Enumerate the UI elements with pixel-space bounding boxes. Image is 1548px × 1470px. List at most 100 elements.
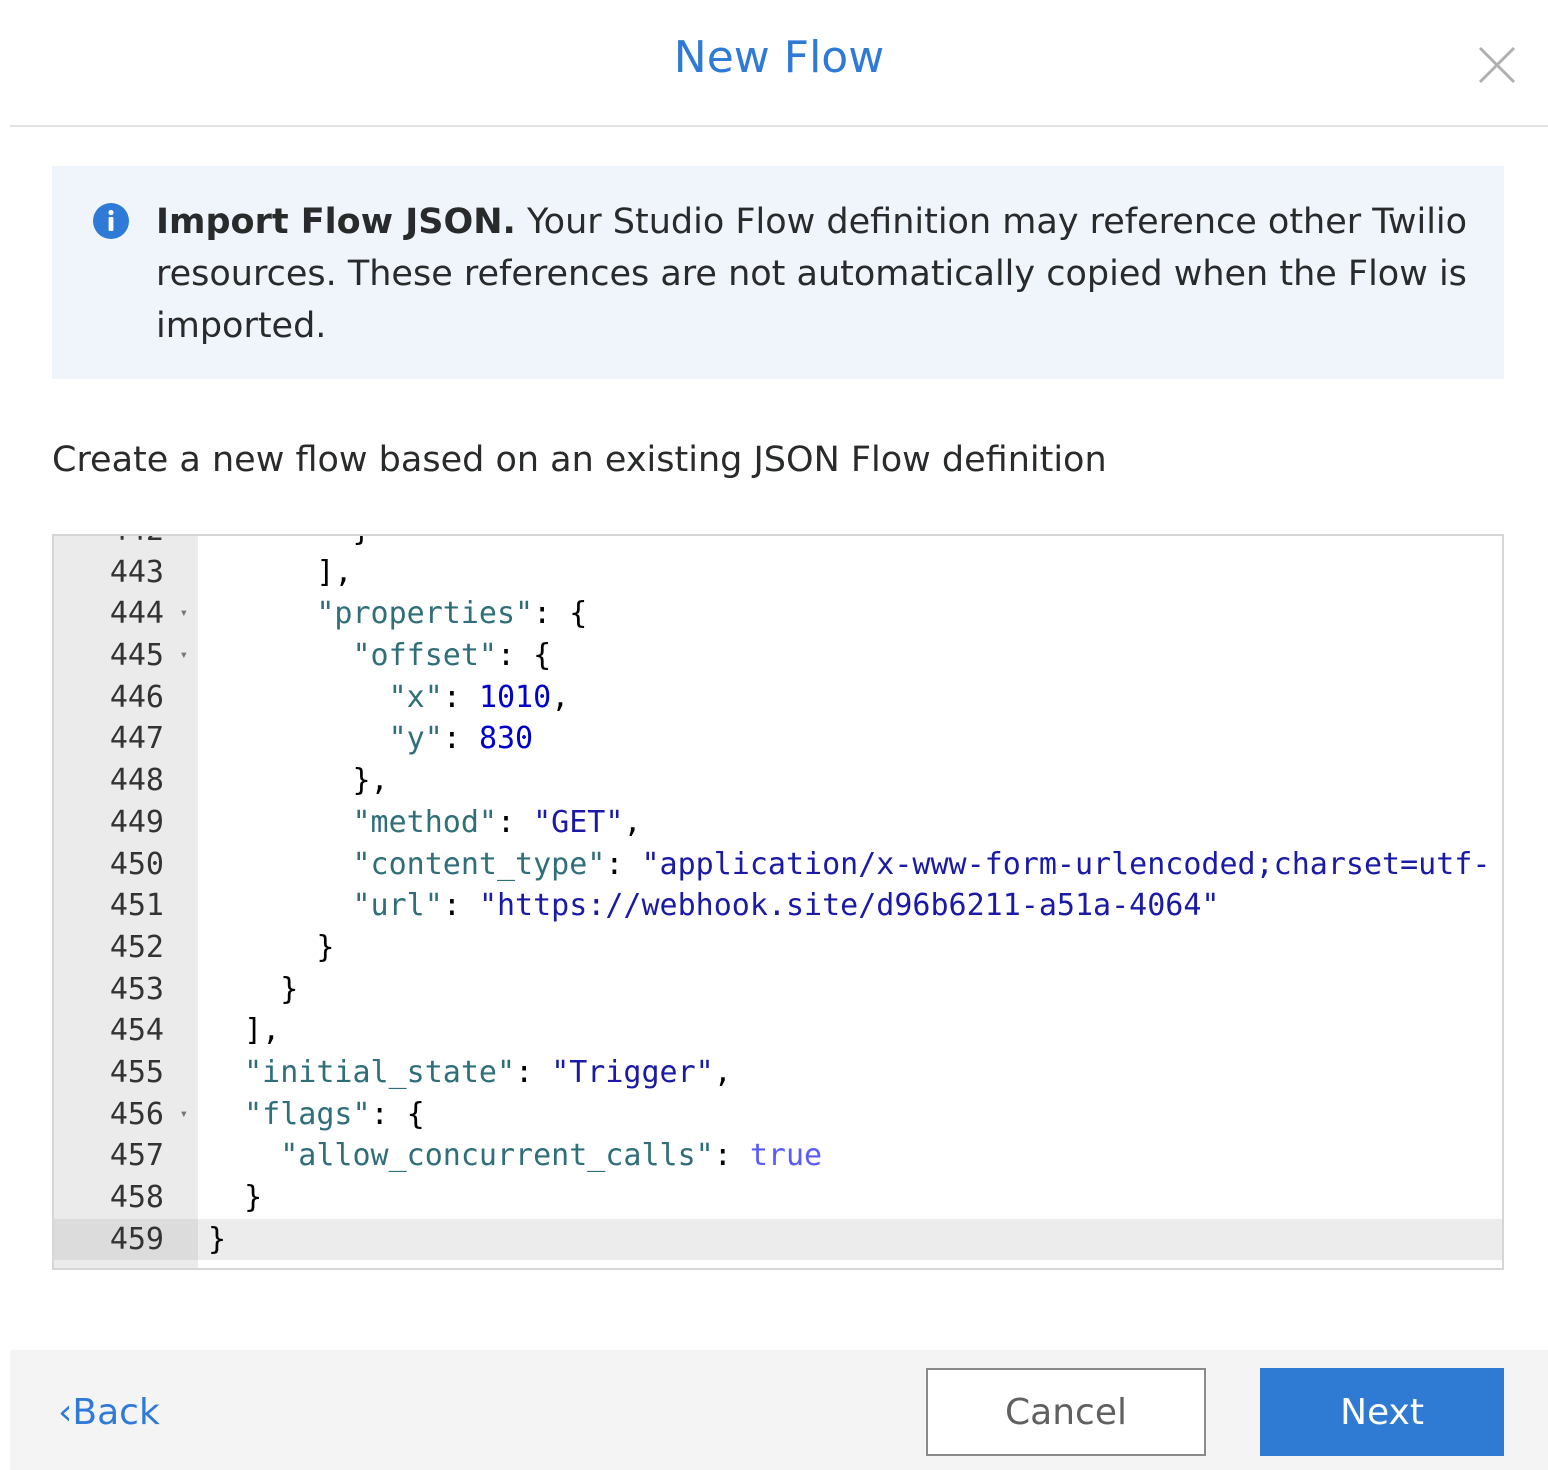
line-number: 455: [109, 1054, 164, 1090]
line-number: 447: [109, 721, 164, 757]
code-token: "https://webhook.site/d96b6211-a51a-4064…: [478, 888, 1220, 924]
code-token: : {: [370, 1096, 425, 1132]
code-line[interactable]: 446 "x": 1010,: [54, 677, 1502, 719]
code-text: "y": 830: [198, 718, 1502, 760]
line-number: 451: [109, 888, 164, 924]
code-line[interactable]: 456 ▾ "flags": {: [54, 1094, 1502, 1136]
page-description: Create a new flow based on an existing J…: [52, 440, 1107, 480]
code-line[interactable]: 443 ],: [54, 552, 1502, 594]
code-line[interactable]: 457 "allow_concurrent_calls": true: [54, 1135, 1502, 1177]
fold-arrow-icon[interactable]: ▾: [180, 1094, 188, 1136]
next-button[interactable]: Next: [1260, 1368, 1504, 1456]
code-line[interactable]: 453 }: [54, 969, 1502, 1011]
code-text: "content_type": "application/x-www-form-…: [198, 844, 1502, 886]
info-icon: [92, 202, 130, 240]
code-token: :: [442, 679, 479, 715]
code-lines: 442 }443 ],444▾ "properties": {445▾ "off…: [54, 536, 1502, 1261]
line-number: 459: [54, 1218, 198, 1261]
line-number: 449: [109, 804, 164, 840]
code-line[interactable]: 454 ],: [54, 1010, 1502, 1052]
line-number: 458: [109, 1180, 164, 1215]
code-token: :: [515, 1054, 552, 1090]
code-text: "url": "https://webhook.site/d96b6211-a5…: [198, 885, 1502, 927]
code-token: }: [316, 929, 335, 965]
code-token: :: [497, 804, 534, 840]
code-token: "properties": [316, 596, 534, 632]
code-token: }: [208, 1221, 227, 1257]
cancel-button[interactable]: Cancel: [926, 1368, 1206, 1456]
code-text: "method": "GET",: [198, 802, 1502, 844]
code-line[interactable]: 450 "content_type": "application/x-www-f…: [54, 844, 1502, 886]
code-line[interactable]: 458 }: [54, 1177, 1502, 1219]
line-number: 446: [109, 679, 164, 715]
code-token: "offset": [352, 638, 498, 674]
code-token: 830: [478, 721, 534, 757]
code-text: ],: [198, 1010, 1502, 1052]
code-line[interactable]: 448 },: [54, 760, 1502, 802]
code-line[interactable]: 445 ▾ "offset": {: [54, 635, 1502, 677]
code-text: ],: [198, 552, 1502, 594]
code-token: "content_type": [352, 846, 606, 882]
code-token: ],: [316, 554, 353, 590]
code-text: }: [198, 927, 1502, 969]
code-token: ,: [713, 1054, 732, 1090]
code-token: }: [280, 971, 299, 1007]
line-number: 453: [109, 971, 164, 1007]
code-token: }: [353, 536, 371, 548]
code-token: "flags": [244, 1096, 371, 1132]
code-token: },: [352, 763, 389, 799]
code-token: :: [713, 1138, 750, 1174]
code-token: true: [749, 1138, 823, 1174]
code-token: "application/x-www-form-urlencoded;chars…: [641, 846, 1491, 882]
modal-title: New Flow: [673, 32, 885, 83]
modal-header: New Flow: [10, 0, 1548, 127]
code-line[interactable]: 452 }: [54, 927, 1502, 969]
code-token: : {: [533, 596, 588, 632]
code-token: ],: [244, 1013, 281, 1049]
code-token: :: [605, 846, 642, 882]
line-number: 444 ▾: [54, 593, 198, 635]
code-line[interactable]: 447 "y": 830: [54, 718, 1502, 760]
code-token: ,: [551, 679, 570, 715]
code-line[interactable]: 442 }: [54, 536, 1502, 552]
code-token: 1010: [478, 679, 552, 715]
line-number: 448: [109, 763, 164, 799]
close-icon[interactable]: [1468, 36, 1526, 94]
code-line[interactable]: 459}: [54, 1218, 1502, 1261]
code-text: "offset": {: [198, 635, 1502, 677]
code-text: }: [198, 1177, 1502, 1219]
code-token: }: [244, 1180, 263, 1215]
fold-arrow-icon[interactable]: ▾: [180, 635, 188, 677]
line-number: 456 ▾: [54, 1094, 198, 1136]
line-number: 445 ▾: [54, 635, 198, 677]
code-token: "Trigger": [551, 1054, 714, 1090]
code-line[interactable]: 451 "url": "https://webhook.site/d96b621…: [54, 885, 1502, 927]
code-line[interactable]: 455 "initial_state": "Trigger",: [54, 1052, 1502, 1094]
line-number: 442: [54, 536, 198, 552]
code-text: "x": 1010,: [198, 677, 1502, 719]
code-text: }: [198, 536, 1502, 552]
json-editor[interactable]: 442 }443 ],444▾ "properties": {445▾ "off…: [52, 534, 1504, 1270]
chevron-left-icon: ‹: [58, 1392, 73, 1433]
code-text: },: [198, 760, 1502, 802]
back-button[interactable]: ‹Back: [58, 1392, 160, 1433]
code-token: "x": [388, 679, 443, 715]
code-text: "flags": {: [198, 1094, 1502, 1136]
code-text: "initial_state": "Trigger",: [198, 1052, 1502, 1094]
code-token: :: [442, 721, 479, 757]
code-token: "y": [388, 721, 443, 757]
import-callout: Import Flow JSON. Your Studio Flow defin…: [52, 166, 1504, 379]
code-token: "initial_state": [244, 1054, 516, 1090]
modal-footer: ‹Back Cancel Next: [10, 1350, 1548, 1470]
code-token: "allow_concurrent_calls": [280, 1138, 714, 1174]
code-token: : {: [497, 638, 552, 674]
code-text: "properties": {: [198, 593, 1502, 635]
code-token: "url": [352, 888, 443, 924]
code-token: ,: [623, 804, 642, 840]
back-label: Back: [72, 1392, 160, 1433]
code-line[interactable]: 444 ▾ "properties": {: [54, 593, 1502, 635]
code-line[interactable]: 449 "method": "GET",: [54, 802, 1502, 844]
fold-arrow-icon[interactable]: ▾: [180, 593, 188, 635]
code-token: "GET": [533, 804, 624, 840]
code-token: "method": [352, 804, 498, 840]
